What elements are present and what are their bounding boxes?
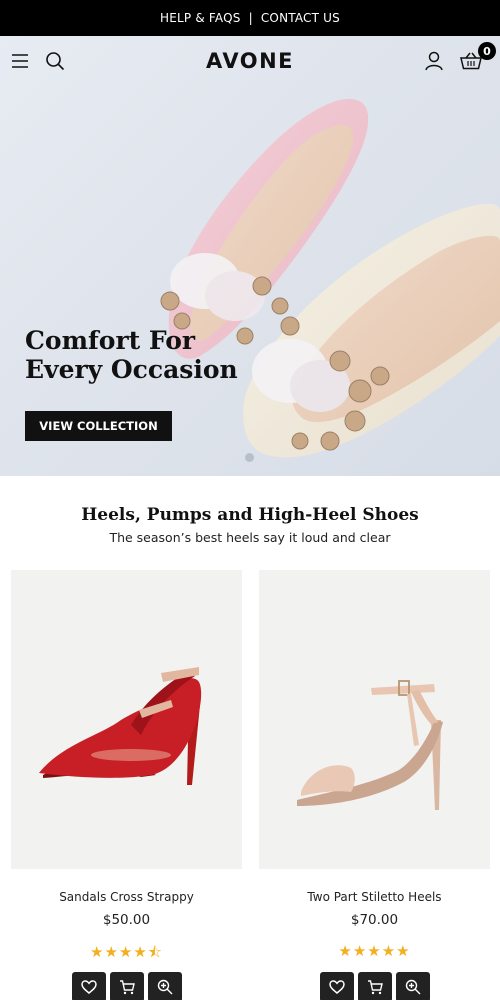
view-collection-button[interactable]: VIEW COLLECTION <box>25 411 172 441</box>
zoom-icon[interactable] <box>147 972 182 1000</box>
cart-count-badge: 0 <box>478 42 496 60</box>
zoom-icon[interactable] <box>395 972 430 1000</box>
announcement-separator: | <box>248 11 253 25</box>
cart-icon[interactable] <box>357 972 392 1000</box>
red-heel-image <box>39 667 202 785</box>
hero-title-line2: Every Occasion <box>25 355 238 384</box>
heart-icon[interactable] <box>319 972 354 1000</box>
product-card: Two Part Stiletto Heels $70.00 ★★★★★ <box>259 570 490 1000</box>
product-card: Sandals Cross Strappy $50.00 ★★★★⯪ <box>11 570 242 1000</box>
nude-heel-image <box>297 680 443 810</box>
product-image[interactable] <box>11 570 242 869</box>
product-name[interactable]: Sandals Cross Strappy <box>11 890 242 904</box>
announcement-bar: HELP & FAQS | CONTACT US <box>0 0 500 36</box>
hero-title: Comfort For Every Occasion <box>25 326 325 384</box>
hero-title-line1: Comfort For <box>25 326 196 355</box>
account-icon[interactable] <box>422 50 446 72</box>
product-price: $50.00 <box>102 912 151 928</box>
cart-icon[interactable] <box>109 972 144 1000</box>
heart-icon[interactable] <box>71 972 106 1000</box>
help-faqs-link[interactable]: HELP & FAQS <box>160 11 241 25</box>
section-title: Heels, Pumps and High-Heel Shoes <box>81 505 419 525</box>
hero-image <box>160 98 500 458</box>
product-image[interactable] <box>259 570 490 869</box>
product-actions <box>11 972 242 1000</box>
product-actions <box>259 972 490 1000</box>
hero-banner <box>0 36 500 476</box>
product-price: $70.00 <box>350 912 399 928</box>
rating-stars: ★★★★⯪ <box>90 944 163 961</box>
rating-stars: ★★★★★ <box>338 943 411 960</box>
section-subtitle: The season’s best heels say it loud and … <box>109 530 391 545</box>
slider-dot[interactable] <box>245 453 254 462</box>
product-name[interactable]: Two Part Stiletto Heels <box>259 890 490 904</box>
contact-us-link[interactable]: CONTACT US <box>261 11 340 25</box>
